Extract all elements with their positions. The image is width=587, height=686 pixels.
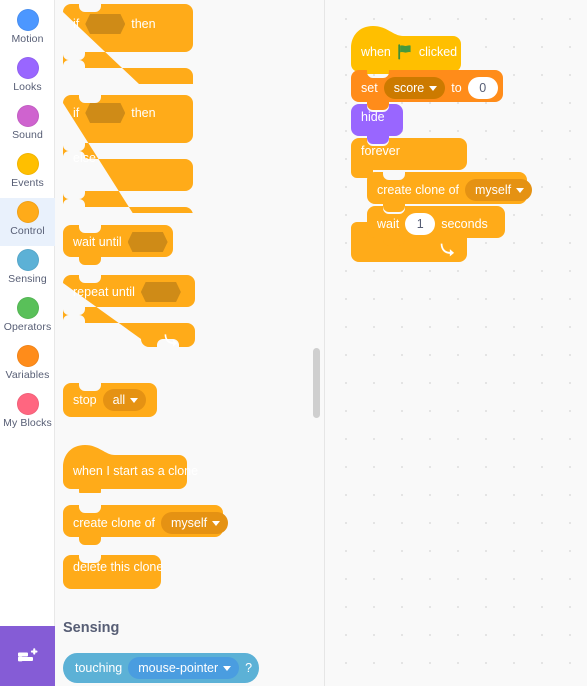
sidebar-item-label: Control (10, 225, 45, 237)
block-label-hide: hide (361, 110, 385, 124)
green-flag-icon (398, 44, 411, 60)
palette-block-delete-this-clone[interactable]: delete this clone (63, 555, 164, 589)
block-label-clicked: clicked (418, 44, 458, 59)
clone-target-dropdown[interactable]: myself (161, 512, 229, 534)
block-label: stop (73, 392, 97, 407)
block-label: create clone of (73, 515, 155, 530)
sidebar-item-label: Sensing (8, 273, 47, 285)
boolean-input-slot[interactable] (127, 232, 168, 252)
category-dot-icon (16, 153, 39, 175)
sidebar-item-label: Looks (13, 81, 42, 93)
block-label: then (131, 16, 156, 31)
block-palette[interactable]: if then if then else wait until repeat u… (55, 0, 325, 686)
category-dot-icon (16, 201, 39, 223)
variable-dropdown[interactable]: score (383, 77, 446, 99)
palette-section-header-sensing: Sensing (63, 620, 120, 636)
palette-block-repeat-until[interactable]: repeat until (63, 275, 195, 361)
block-label: if (73, 16, 80, 31)
block-label: touching (75, 660, 123, 675)
category-dot-icon (16, 297, 39, 319)
sidebar-item-label: Motion (11, 33, 44, 45)
block-label-when: when (361, 44, 391, 59)
block-label-seconds: seconds (441, 216, 488, 231)
chevron-down-icon (212, 520, 221, 526)
sidebar-item-label: Events (11, 177, 44, 189)
palette-block-touching[interactable]: touching mouse-pointer ? (63, 653, 259, 683)
chevron-down-icon (429, 85, 438, 91)
wait-duration-input[interactable]: 1 (405, 213, 436, 235)
block-label-set: set (361, 80, 378, 95)
boolean-input-slot[interactable] (85, 14, 126, 34)
palette-block-if-then[interactable]: if then (63, 4, 193, 84)
boolean-input-slot[interactable] (140, 282, 181, 302)
add-extension-icon (17, 648, 37, 662)
palette-block-if-then-else[interactable]: if then else (63, 95, 193, 213)
palette-block-stop-all[interactable]: stop all (63, 383, 157, 417)
sidebar-item-sound[interactable]: Sound (0, 102, 55, 150)
sidebar-item-control[interactable]: Control (0, 198, 55, 246)
block-label: when I start as a clone (73, 464, 199, 478)
dropdown-value: all (112, 393, 126, 407)
add-extension-button[interactable] (0, 626, 55, 686)
palette-scrollbar[interactable] (310, 0, 322, 686)
variable-value-input[interactable]: 0 (467, 77, 498, 99)
chevron-down-icon (223, 665, 232, 671)
sidebar-item-variables[interactable]: Variables (0, 342, 55, 390)
dropdown-value: mouse-pointer (138, 661, 219, 675)
sidebar-item-events[interactable]: Events (0, 150, 55, 198)
script-block-wait-seconds[interactable]: wait 1 seconds (367, 206, 505, 246)
palette-block-create-clone-of[interactable]: create clone of myself (63, 505, 229, 545)
category-sidebar: Motion Looks Sound Events Control Sensing Oper… (0, 0, 55, 686)
dropdown-value: myself (171, 516, 208, 530)
script-block-when-flag-clicked[interactable]: when clicked (351, 24, 461, 74)
block-label-forever: forever (361, 144, 400, 158)
sidebar-item-operators[interactable]: Operators (0, 294, 55, 342)
block-label: repeat until (73, 284, 135, 299)
block-label-to: to (451, 80, 462, 95)
block-label: delete this clone (73, 560, 164, 574)
category-dot-icon (16, 393, 39, 415)
palette-scrollbar-thumb[interactable] (313, 348, 320, 418)
category-dot-icon (16, 345, 39, 367)
loop-arrow-icon (164, 334, 178, 347)
chevron-down-icon (516, 187, 525, 193)
category-dot-icon (16, 249, 39, 271)
block-label: if (73, 105, 80, 120)
block-label-wait: wait (377, 216, 400, 231)
clone-target-dropdown[interactable]: myself (465, 179, 533, 201)
palette-block-wait-until[interactable]: wait until (63, 225, 173, 265)
palette-block-when-i-start-as-a-clone[interactable]: when I start as a clone (63, 445, 198, 493)
code-workspace[interactable]: when clicked set score to 0 hide forever… (325, 0, 587, 686)
category-dot-icon (16, 105, 39, 127)
block-label: wait until (73, 234, 122, 249)
sidebar-item-label: My Blocks (3, 417, 52, 429)
block-label: create clone of (377, 182, 459, 197)
sidebar-item-label: Operators (3, 321, 52, 333)
chevron-down-icon (130, 397, 139, 403)
sidebar-item-looks[interactable]: Looks (0, 54, 55, 102)
block-label: ? (245, 660, 253, 675)
dropdown-value: myself (475, 183, 512, 197)
category-dot-icon (16, 57, 39, 79)
sidebar-item-motion[interactable]: Motion (0, 6, 55, 54)
category-dot-icon (16, 9, 39, 31)
sidebar-item-sensing[interactable]: Sensing (0, 246, 55, 294)
stop-option-dropdown[interactable]: all (102, 389, 147, 411)
dropdown-value: score (393, 81, 425, 95)
sidebar-item-label: Sound (12, 129, 43, 141)
touching-target-dropdown[interactable]: mouse-pointer (128, 657, 240, 679)
sidebar-item-label: Variables (5, 369, 50, 381)
block-label: then (131, 105, 156, 120)
scratch-editor: Motion Looks Sound Events Control Sensing Oper… (0, 0, 587, 686)
block-label-else: else (73, 151, 96, 165)
boolean-input-slot[interactable] (85, 103, 126, 123)
sidebar-item-my-blocks[interactable]: My Blocks (0, 390, 55, 438)
